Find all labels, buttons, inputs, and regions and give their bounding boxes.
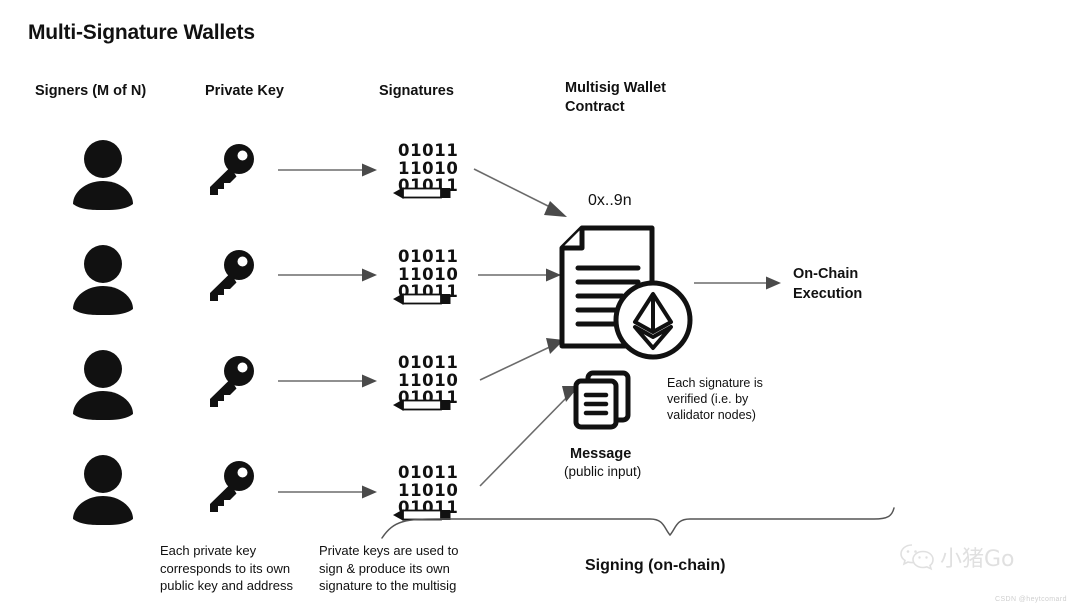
pencil-icon [392, 398, 452, 412]
watermark: 小猪Go [900, 541, 1015, 573]
execution-line-2: Execution [793, 286, 863, 302]
arrow-key-to-signature-1 [278, 163, 377, 177]
contract-document-icon [556, 222, 696, 372]
pencil-icon [392, 186, 452, 200]
key-icon [203, 143, 257, 197]
arrow-signature-1-to-contract [473, 168, 567, 217]
person-icon [73, 140, 133, 210]
on-chain-execution-label: On-Chain Execution [793, 264, 862, 304]
signature-line: 01011 [398, 463, 459, 482]
column-header-private-key: Private Key [205, 83, 284, 99]
column-header-signers: Signers (M of N) [35, 83, 147, 99]
key-icon [203, 249, 257, 303]
signature-line: 11010 [398, 264, 459, 284]
person-icon [73, 455, 133, 525]
person-icon [73, 350, 133, 420]
signing-brace [381, 507, 895, 539]
signature-line: 01011 [398, 141, 459, 160]
diagram-canvas: Multi-Signature Wallets Signers (M of N)… [0, 0, 1080, 607]
watermark-text: 小猪Go [940, 547, 1015, 572]
message-sublabel: (public input) [564, 464, 642, 479]
message-label: Message [570, 446, 632, 462]
signing-note: Private keys are used to sign & produce … [319, 543, 459, 593]
contract-address-label: 0x..9n [588, 192, 632, 209]
key-icon [203, 355, 257, 409]
signature-line: 11010 [398, 480, 459, 500]
brace-label: Signing (on-chain) [585, 557, 726, 574]
arrow-key-to-signature-3 [278, 374, 377, 388]
arrow-key-to-signature-2 [278, 268, 377, 282]
signature-line: 11010 [398, 158, 459, 178]
signature-line: 01011 [398, 353, 459, 372]
wechat-logo-icon [900, 544, 934, 571]
arrow-contract-to-execution [694, 276, 781, 290]
private-key-note: Each private key corresponds to its own … [160, 543, 293, 593]
arrow-key-to-signature-4 [278, 485, 377, 499]
execution-line-1: On-Chain [793, 266, 859, 282]
verification-note: Each signature is verified (i.e. by vali… [667, 376, 763, 422]
watermark-credit: CSDN @heytcomard [995, 596, 1067, 603]
signature-line: 01011 [398, 247, 459, 266]
person-icon [73, 245, 133, 315]
column-header-multisig-contract: Multisig Wallet Contract [565, 80, 666, 115]
arrow-signature-2-to-contract [478, 268, 561, 282]
message-stack-icon [572, 370, 634, 430]
column-header-signatures: Signatures [379, 83, 454, 99]
signature-line: 11010 [398, 370, 459, 390]
arrow-signature-3-to-contract [479, 338, 564, 381]
key-icon [203, 460, 257, 514]
pencil-icon [392, 292, 452, 306]
page-title: Multi-Signature Wallets [28, 21, 255, 44]
